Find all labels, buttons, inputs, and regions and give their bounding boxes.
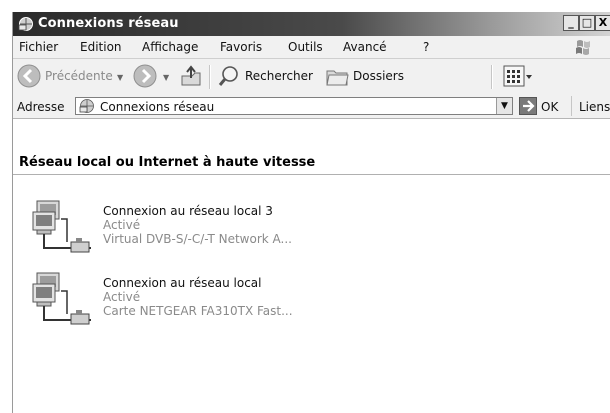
group-divider (13, 174, 610, 175)
up-folder-button[interactable] (179, 64, 203, 88)
up-folder-icon (181, 65, 201, 86)
network-connection-icon (32, 272, 91, 325)
windows-logo-icon (576, 40, 590, 55)
views-icon (503, 65, 532, 87)
address-label: Adresse (17, 100, 65, 114)
connection-status: Activé (103, 218, 141, 232)
folders-label: Dossiers (353, 69, 404, 83)
connection-device: Virtual DVB-S/-C/-T Network A... (103, 232, 292, 246)
connection-status: Activé (103, 290, 141, 304)
toolbar: Précédente ▼ ▼ Rechercher Dossiers (13, 59, 610, 95)
search-label: Rechercher (245, 69, 313, 83)
menu-outils[interactable]: Outils (288, 40, 323, 54)
network-folder-icon (79, 99, 94, 113)
address-dropdown-button[interactable]: ▼ (496, 98, 512, 114)
toolbar-separator (491, 65, 493, 89)
search-icon (218, 66, 238, 86)
menu-avance[interactable]: Avancé (343, 40, 387, 54)
connection-device: Carte NETGEAR FA310TX Fast... (103, 304, 293, 318)
connection-item[interactable]: Connexion au réseau local 3 Activé Virtu… (31, 198, 361, 258)
maximize-button[interactable]: □ (579, 15, 595, 31)
back-label: Précédente (45, 69, 113, 83)
window-title: Connexions réseau (38, 16, 179, 31)
forward-arrow-icon (133, 64, 157, 88)
views-button[interactable] (503, 65, 533, 87)
links-button[interactable]: Liens (579, 100, 610, 114)
menu-fichier[interactable]: Fichier (19, 40, 58, 54)
menu-bar: Fichier Edition Affichage Favoris Outils… (13, 36, 610, 59)
search-button[interactable]: Rechercher (217, 64, 313, 88)
network-folder-icon (18, 17, 33, 31)
connection-name: Connexion au réseau local 3 (103, 204, 273, 218)
title-bar[interactable]: Connexions réseau _ □ X (13, 12, 610, 36)
forward-button[interactable] (133, 64, 157, 88)
go-arrow-icon (519, 97, 537, 115)
menu-help[interactable]: ? (423, 40, 429, 54)
close-button[interactable]: X (595, 15, 610, 31)
connection-name: Connexion au réseau local (103, 276, 262, 290)
connection-item[interactable]: Connexion au réseau local Activé Carte N… (31, 270, 361, 330)
network-connection-icon (32, 200, 91, 253)
toolbar-separator (209, 65, 211, 89)
go-label: OK (541, 100, 559, 114)
chevron-down-icon: ▼ (501, 101, 508, 111)
back-history-dropdown[interactable]: ▼ (117, 73, 123, 82)
folders-button[interactable]: Dossiers (325, 64, 404, 88)
address-value: Connexions réseau (100, 100, 215, 114)
address-bar: Adresse Connexions réseau ▼ OK Liens (13, 94, 610, 119)
links-separator (571, 96, 572, 116)
forward-history-dropdown[interactable]: ▼ (163, 73, 169, 82)
menu-edition[interactable]: Edition (80, 40, 122, 54)
folders-icon (326, 70, 349, 86)
group-header: Réseau local ou Internet à haute vitesse (19, 155, 316, 170)
menu-affichage[interactable]: Affichage (142, 40, 198, 54)
minimize-button[interactable]: _ (563, 15, 579, 31)
explorer-window: Connexions réseau _ □ X Fichier Edition … (12, 12, 610, 413)
address-input[interactable]: Connexions réseau ▼ (75, 97, 513, 115)
back-button[interactable]: Précédente (17, 64, 113, 88)
back-arrow-icon (17, 64, 41, 88)
menu-favoris[interactable]: Favoris (220, 40, 262, 54)
